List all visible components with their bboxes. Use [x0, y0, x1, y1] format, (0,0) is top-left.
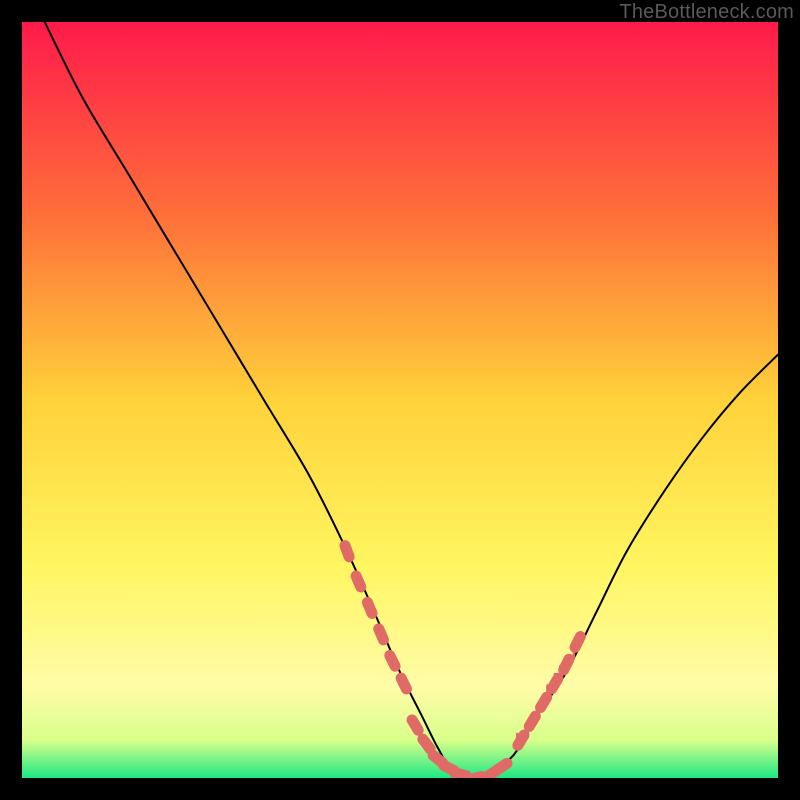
highlight-dot	[379, 629, 384, 640]
watermark-text: TheBottleneck.com	[619, 1, 794, 24]
highlight-dot	[541, 697, 547, 707]
highlight-dot	[455, 773, 467, 776]
chart-frame: TheBottleneck.com	[0, 0, 800, 800]
highlight-dot	[356, 576, 361, 587]
highlight-dot	[367, 602, 372, 613]
bottleneck-chart	[22, 22, 778, 778]
highlight-dot	[497, 763, 507, 770]
highlight-dot	[345, 546, 349, 557]
highlight-dot	[470, 777, 482, 778]
highlight-dot	[575, 637, 580, 648]
highlight-dot	[390, 655, 395, 666]
highlight-dot	[529, 716, 535, 726]
highlight-dot	[423, 739, 430, 749]
plot-area	[22, 22, 778, 778]
highlight-dot	[518, 735, 524, 745]
highlight-dot	[401, 678, 406, 689]
highlight-dot	[412, 720, 418, 730]
highlight-dot	[564, 659, 569, 670]
